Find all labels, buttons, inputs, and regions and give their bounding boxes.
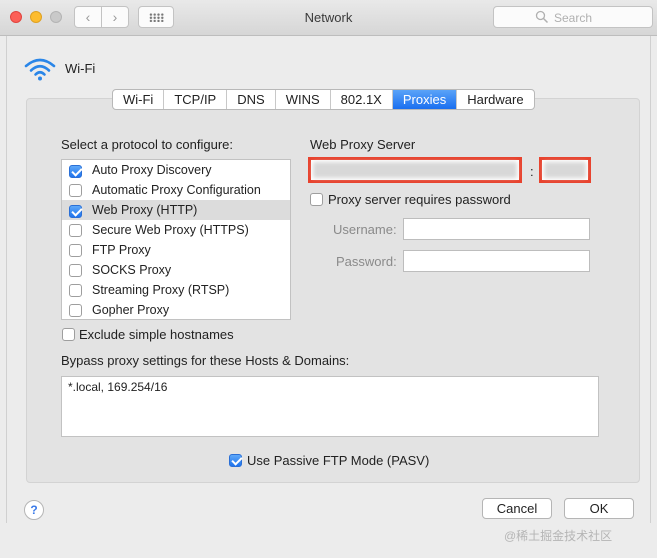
exclude-simple-hostnames-checkbox[interactable] <box>62 328 75 341</box>
help-button[interactable]: ? <box>24 500 44 520</box>
protocol-label: Secure Web Proxy (HTTPS) <box>92 223 249 237</box>
protocol-list-heading: Select a protocol to configure: <box>61 137 233 152</box>
tab-wins[interactable]: WINS <box>276 90 331 109</box>
tab-proxies[interactable]: Proxies <box>392 90 458 109</box>
protocol-label: Automatic Proxy Configuration <box>92 183 261 197</box>
tab-wifi[interactable]: Wi-Fi <box>113 90 165 109</box>
username-label: Username: <box>333 222 397 237</box>
requires-password-checkbox[interactable] <box>310 193 323 206</box>
protocol-item-auto-discovery[interactable]: Auto Proxy Discovery <box>62 160 290 180</box>
cancel-button[interactable]: Cancel <box>482 498 552 519</box>
username-input[interactable] <box>403 218 590 240</box>
tab-tcpip[interactable]: TCP/IP <box>164 90 228 109</box>
protocol-label: Streaming Proxy (RTSP) <box>92 283 230 297</box>
title-bar: ‹ › Network Search <box>0 0 657 36</box>
protocol-list: Auto Proxy Discovery Automatic Proxy Con… <box>61 159 291 320</box>
protocol-label: Gopher Proxy <box>92 303 170 317</box>
redacted-host-value <box>313 162 517 178</box>
search-icon <box>535 10 549 24</box>
wifi-icon <box>24 58 56 81</box>
host-port-separator: : <box>530 164 534 179</box>
protocol-item-web-proxy-http[interactable]: Web Proxy (HTTP) <box>62 200 290 220</box>
protocol-checkbox[interactable] <box>69 304 82 317</box>
protocol-checkbox[interactable] <box>69 264 82 277</box>
password-label: Password: <box>336 254 397 269</box>
bypass-label: Bypass proxy settings for these Hosts & … <box>61 353 350 368</box>
redacted-port-value <box>544 162 586 178</box>
tab-bar: Wi-Fi TCP/IP DNS WINS 802.1X Proxies Har… <box>112 89 535 110</box>
tab-hardware[interactable]: Hardware <box>457 90 533 109</box>
protocol-item-auto-config[interactable]: Automatic Proxy Configuration <box>62 180 290 200</box>
protocol-checkbox[interactable] <box>69 184 82 197</box>
tab-8021x[interactable]: 802.1X <box>331 90 393 109</box>
proxy-server-heading: Web Proxy Server <box>310 137 416 152</box>
ok-button[interactable]: OK <box>564 498 634 519</box>
bypass-textarea[interactable]: *.local, 169.254/16 <box>61 376 599 437</box>
proxy-host-input[interactable] <box>308 157 522 183</box>
protocol-checkbox[interactable] <box>69 244 82 257</box>
protocol-label: Auto Proxy Discovery <box>92 163 212 177</box>
search-placeholder: Search <box>554 11 593 25</box>
protocol-item-socks-proxy[interactable]: SOCKS Proxy <box>62 260 290 280</box>
watermark: @稀土掘金技术社区 <box>504 529 613 543</box>
protocol-label: FTP Proxy <box>92 243 151 257</box>
tab-dns[interactable]: DNS <box>227 90 276 109</box>
protocol-checkbox[interactable] <box>69 165 82 178</box>
protocol-checkbox[interactable] <box>69 284 82 297</box>
protocol-item-streaming-proxy[interactable]: Streaming Proxy (RTSP) <box>62 280 290 300</box>
password-input[interactable] <box>403 250 590 272</box>
protocol-item-ftp-proxy[interactable]: FTP Proxy <box>62 240 290 260</box>
protocol-item-secure-web-proxy[interactable]: Secure Web Proxy (HTTPS) <box>62 220 290 240</box>
protocol-checkbox[interactable] <box>69 224 82 237</box>
protocol-checkbox[interactable] <box>69 205 82 218</box>
search-field[interactable]: Search <box>493 6 653 28</box>
requires-password-label: Proxy server requires password <box>328 192 511 207</box>
exclude-simple-hostnames-label: Exclude simple hostnames <box>79 327 234 342</box>
protocol-label: SOCKS Proxy <box>92 263 172 277</box>
passive-ftp-label: Use Passive FTP Mode (PASV) <box>247 453 430 468</box>
proxy-port-input[interactable] <box>539 157 591 183</box>
passive-ftp-checkbox[interactable] <box>229 454 242 467</box>
interface-name: Wi-Fi <box>65 61 96 76</box>
protocol-item-gopher-proxy[interactable]: Gopher Proxy <box>62 300 290 320</box>
protocol-label: Web Proxy (HTTP) <box>92 203 198 217</box>
